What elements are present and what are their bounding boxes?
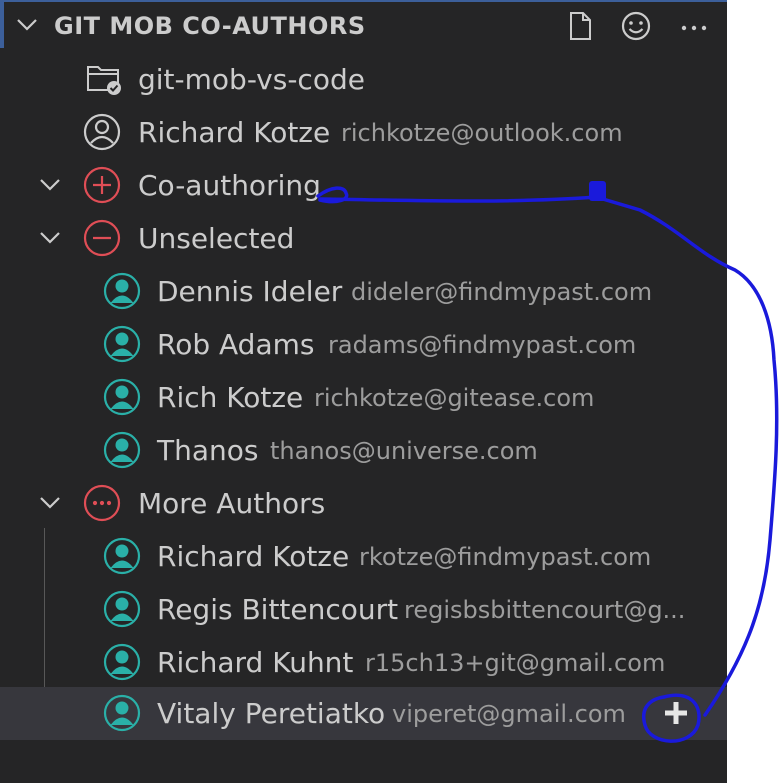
chevron-down-icon[interactable] <box>37 225 63 251</box>
author-item[interactable]: Thanos thanos@universe.com <box>0 424 727 477</box>
person-avatar-icon <box>103 325 141 363</box>
author-name: Rich Kotze <box>157 381 304 414</box>
group-unselected[interactable]: Unselected <box>0 212 727 265</box>
current-user-item[interactable]: Richard Kotze richkotze@outlook.com <box>0 106 727 159</box>
author-name: Rob Adams <box>157 328 315 361</box>
author-item-hovered[interactable]: Vitaly Peretiatko viperet@gmail.com <box>0 687 727 740</box>
remove-circle-icon <box>83 219 121 257</box>
add-circle-icon <box>83 166 121 204</box>
person-avatar-icon <box>103 643 141 681</box>
person-avatar-icon <box>103 272 141 310</box>
person-avatar-icon <box>103 694 141 732</box>
author-email: r15ch13+git@gmail.com <box>365 649 666 677</box>
author-email: thanos@universe.com <box>270 437 538 465</box>
author-item[interactable]: Rob Adams radams@findmypast.com <box>0 318 727 371</box>
author-name: Richard Kuhnt <box>157 646 354 679</box>
user-name: Richard Kotze <box>138 116 331 149</box>
author-item[interactable]: Richard Kotze rkotze@findmypast.com <box>0 530 727 583</box>
group-label: Co-authoring <box>138 169 321 202</box>
more-circle-icon <box>83 484 121 522</box>
author-email: dideler@findmypast.com <box>351 278 653 306</box>
author-name: Thanos <box>157 434 259 467</box>
git-mob-panel: GIT MOB CO-AUTHORS git-mob-vs-code Richa… <box>0 0 727 783</box>
author-email: radams@findmypast.com <box>328 331 637 359</box>
group-label: More Authors <box>138 487 326 520</box>
account-icon <box>83 113 121 151</box>
person-avatar-icon <box>103 590 141 628</box>
author-item[interactable]: Regis Bittencourt regisbsbittencourt@g..… <box>0 583 727 636</box>
author-item[interactable]: Dennis Ideler dideler@findmypast.com <box>0 265 727 318</box>
ellipsis-icon[interactable] <box>676 8 712 44</box>
view-header[interactable]: GIT MOB CO-AUTHORS <box>0 2 727 48</box>
author-item[interactable]: Richard Kuhnt r15ch13+git@gmail.com <box>0 636 727 689</box>
author-email: rkotze@findmypast.com <box>359 543 652 571</box>
author-name: Richard Kotze <box>157 540 350 573</box>
repo-name: git-mob-vs-code <box>138 63 365 96</box>
smiley-icon[interactable] <box>618 8 654 44</box>
new-file-icon[interactable] <box>562 8 598 44</box>
person-avatar-icon <box>103 431 141 469</box>
author-name: Vitaly Peretiatko <box>157 697 386 730</box>
author-email: richkotze@gitease.com <box>314 384 595 412</box>
chevron-down-icon[interactable] <box>37 490 63 516</box>
group-coauthoring[interactable]: Co-authoring <box>0 159 727 212</box>
repo-item[interactable]: git-mob-vs-code <box>0 53 727 106</box>
person-avatar-icon <box>103 378 141 416</box>
active-indicator <box>0 0 4 48</box>
author-name: Dennis Ideler <box>157 275 343 308</box>
user-email: richkotze@outlook.com <box>341 119 623 147</box>
person-avatar-icon <box>103 537 141 575</box>
chevron-down-icon[interactable] <box>37 172 63 198</box>
author-email: regisbsbittencourt@g... <box>404 596 686 624</box>
add-coauthor-icon[interactable] <box>656 693 696 733</box>
folder-git-icon <box>87 66 121 95</box>
view-title: GIT MOB CO-AUTHORS <box>54 12 366 40</box>
author-name: Regis Bittencourt <box>157 593 399 626</box>
author-item[interactable]: Rich Kotze richkotze@gitease.com <box>0 371 727 424</box>
chevron-down-icon[interactable] <box>14 12 40 38</box>
group-label: Unselected <box>138 222 295 255</box>
author-email: viperet@gmail.com <box>392 700 626 728</box>
group-more-authors[interactable]: More Authors <box>0 477 727 530</box>
